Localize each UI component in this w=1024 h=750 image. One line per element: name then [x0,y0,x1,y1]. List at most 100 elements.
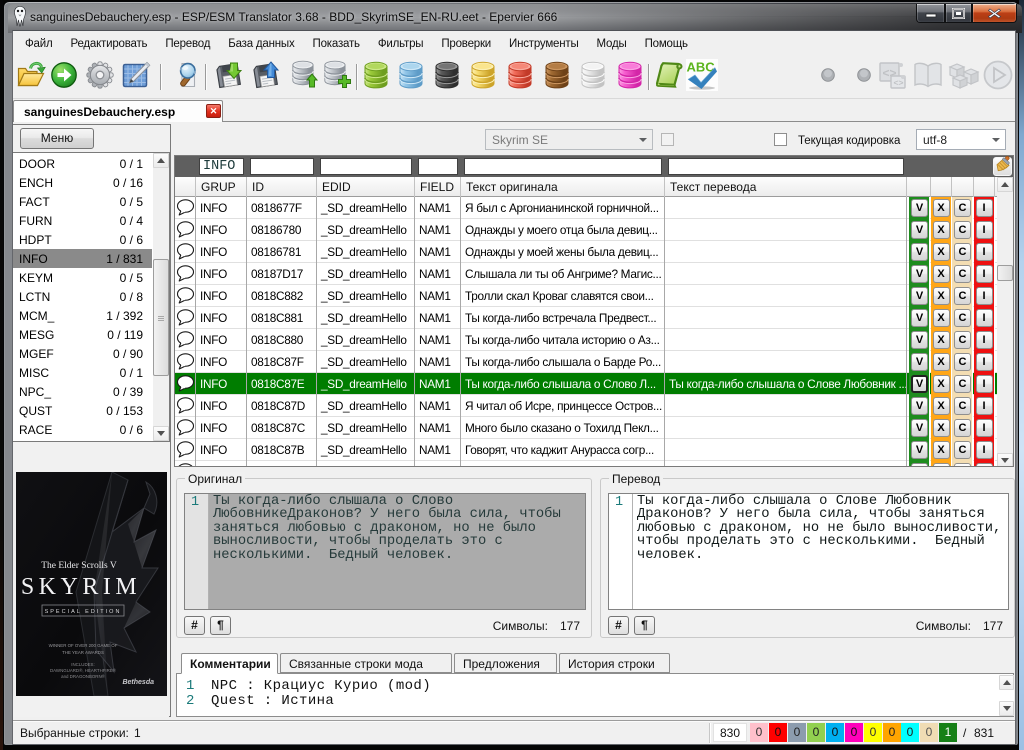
toolbar-db-add-button[interactable] [322,62,352,92]
action-button-v[interactable]: V [911,441,928,459]
toolbar-db-load-button[interactable] [290,62,320,92]
group-row-mesg[interactable]: MESG0 / 119 [13,325,152,344]
action-button-i[interactable]: I [976,441,993,459]
clear-filters-button[interactable] [993,157,1012,176]
action-button-x[interactable]: X [933,243,950,261]
game-lock-checkbox[interactable] [661,133,674,146]
action-button-i[interactable]: I [976,463,993,467]
action-button-c[interactable]: C [954,331,971,349]
table-row[interactable]: INFO0818C87D_SD_dreamHelloNAM1Я читал об… [175,395,997,417]
action-button-c[interactable]: C [954,419,971,437]
comments-tab-связанные-строки-мода[interactable]: Связанные строки мода [280,653,452,673]
action-button-i[interactable]: I [976,375,993,393]
table-row[interactable]: INFO0818677F_SD_dreamHelloNAM1Я был с Ар… [175,197,997,219]
toolbar-db-brown-button[interactable] [542,62,572,92]
action-button-x[interactable]: X [933,441,950,459]
scroll-up-button[interactable] [997,177,1013,192]
table-row[interactable]: INFO08187D17_SD_dreamHelloNAM1Слышала ли… [175,263,997,285]
action-button-x[interactable]: X [933,309,950,327]
menu-инструменты[interactable]: Инструменты [500,35,588,53]
table-row[interactable]: INFO0818C880_SD_dreamHelloNAM1Ты когда-л… [175,329,997,351]
menu-файл[interactable]: Файл [16,35,61,53]
menu-показать[interactable]: Показать [304,35,369,53]
action-button-c[interactable]: C [954,265,971,283]
group-row-ench[interactable]: ENCH0 / 16 [13,173,152,192]
encoding-checkbox[interactable] [774,133,787,146]
toolbar-run-translation-button[interactable] [49,62,79,92]
toolbar-db-yellow-button[interactable] [468,62,498,92]
group-row-mcm_[interactable]: MCM_1 / 392 [13,306,152,325]
action-button-c[interactable]: C [954,353,971,371]
header-edid[interactable]: EDID [317,177,415,197]
group-row-race[interactable]: RACE0 / 6 [13,420,152,439]
close-button[interactable] [972,4,1017,23]
toolbar-search-button[interactable] [173,62,203,92]
action-button-i[interactable]: I [976,287,993,305]
tab-close-button[interactable]: ✕ [206,104,221,118]
game-select[interactable]: Skyrim SE [485,129,653,150]
action-button-c[interactable]: C [954,287,971,305]
toolbar-open-file-button[interactable] [16,62,46,92]
original-hash-button[interactable]: # [184,616,205,635]
action-button-c[interactable]: C [954,199,971,217]
action-button-v[interactable]: V [911,463,928,467]
action-button-v[interactable]: V [911,265,928,283]
original-pilcrow-button[interactable]: ¶ [210,616,231,635]
action-button-i[interactable]: I [976,265,993,283]
filter-input-edid[interactable] [320,158,412,175]
group-row-npc_[interactable]: NPC_0 / 39 [13,382,152,401]
toolbar-options-button[interactable] [85,62,115,92]
action-button-c[interactable]: C [954,221,971,239]
action-button-c[interactable]: C [954,375,971,393]
action-button-i[interactable]: I [976,309,993,327]
toolbar-edit-table-button[interactable] [121,62,151,92]
toolbar-db-red-button[interactable] [505,62,535,92]
table-row[interactable]: INFO0818C87B_SD_dreamHelloNAM1Говорят, ч… [175,439,997,461]
translation-hash-button[interactable]: # [608,616,629,635]
table-row[interactable]: INFO0818C882_SD_dreamHelloNAM1Тролли ска… [175,285,997,307]
action-button-v[interactable]: V [911,221,928,239]
header-id[interactable]: ID [247,177,317,197]
action-button-i[interactable]: I [976,243,993,261]
comments-scrollbar[interactable] [999,675,1014,716]
comments-tab-предложения[interactable]: Предложения [454,653,557,673]
minimize-button[interactable] [916,4,945,23]
scroll-down-button[interactable] [153,426,169,441]
toolbar-script-button[interactable] [654,62,684,92]
action-button-v[interactable]: V [911,397,928,415]
original-textarea[interactable]: 1 Ты когда-либо слышала о Слово Любовник… [184,493,586,610]
action-button-c[interactable]: C [954,463,971,467]
table-row[interactable]: INFO08186781_SD_dreamHelloNAM1Однажды у … [175,241,997,263]
action-button-i[interactable]: I [976,221,993,239]
table-row[interactable]: INFO0818C881_SD_dreamHelloNAM1Ты когда-л… [175,307,997,329]
maximize-button[interactable] [945,4,972,23]
action-button-v[interactable]: V [911,331,928,349]
action-button-v[interactable]: V [911,353,928,371]
scroll-up-button[interactable] [153,153,169,168]
header-translation[interactable]: Текст перевода [665,177,907,197]
group-list-scrollbar[interactable] [153,153,169,441]
sidebar-menu-button[interactable]: Меню [20,128,94,149]
action-button-i[interactable]: I [976,331,993,349]
translation-textarea[interactable]: 1 Ты когда-либо слышала о Слове Любовник… [608,493,1009,610]
action-button-v[interactable]: V [911,375,928,393]
action-button-x[interactable]: X [933,221,950,239]
menu-перевод[interactable]: Перевод [156,35,219,53]
action-button-x[interactable]: X [933,199,950,217]
group-row-fact[interactable]: FACT0 / 5 [13,192,152,211]
menu-фильтры[interactable]: Фильтры [369,35,433,53]
filter-input-original[interactable] [464,158,662,175]
grid-vertical-scrollbar[interactable] [997,177,1013,467]
action-button-v[interactable]: V [911,199,928,217]
group-row-info[interactable]: INFO1 / 831 [13,249,152,268]
action-button-x[interactable]: X [933,353,950,371]
filter-input-field[interactable] [418,158,458,175]
filter-input-translation[interactable] [668,158,904,175]
menu-проверки[interactable]: Проверки [432,35,500,53]
toolbar-db-pink-button[interactable] [615,62,645,92]
toolbar-db-blue-button[interactable] [396,62,426,92]
encoding-select[interactable]: utf-8 [916,129,1006,150]
action-button-i[interactable]: I [976,397,993,415]
toolbar-save-translation-button[interactable] [251,62,281,92]
action-button-v[interactable]: V [911,243,928,261]
